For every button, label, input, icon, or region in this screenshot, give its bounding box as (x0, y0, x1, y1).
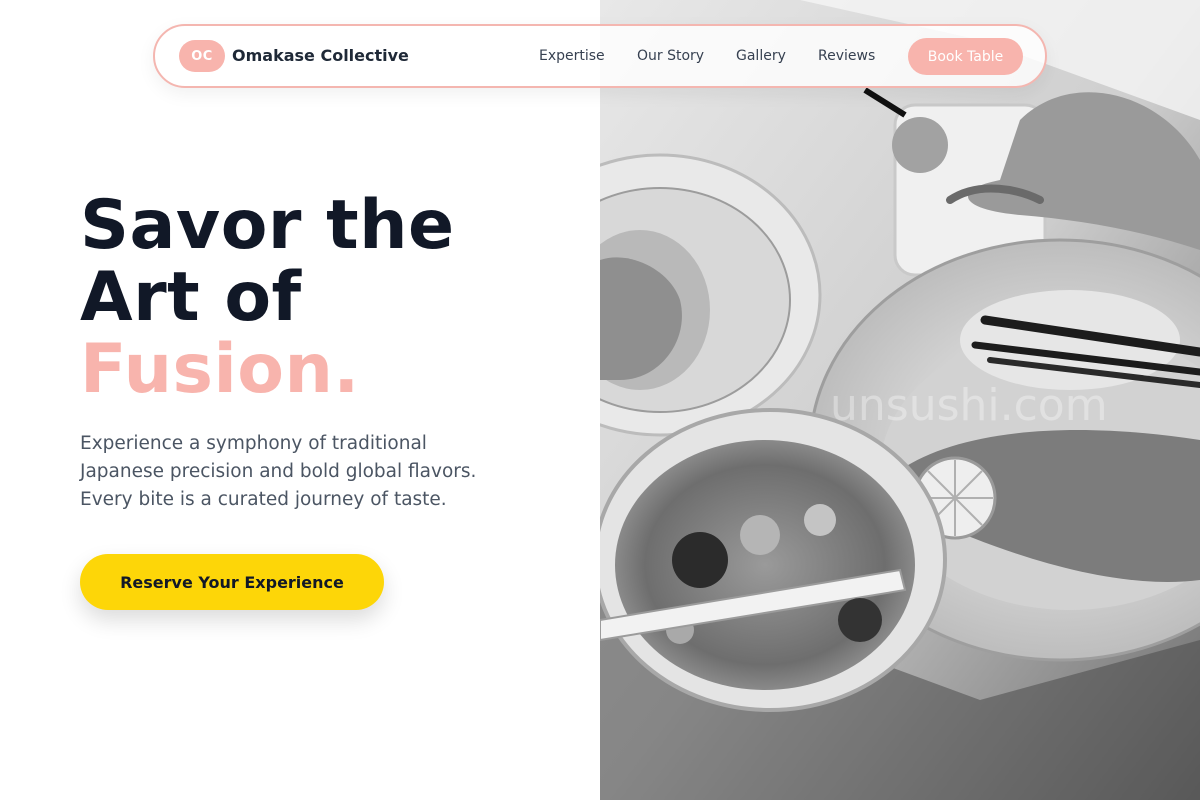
photo-watermark: unsushi.com (830, 380, 1108, 431)
headline-accent: Fusion. (80, 330, 360, 409)
nav-link-our-story[interactable]: Our Story (637, 48, 704, 64)
nav-link-expertise[interactable]: Expertise (539, 48, 605, 64)
hero-headline: Savor the Art of Fusion. (80, 190, 580, 406)
top-navigation: OC Omakase Collective Expertise Our Stor… (153, 24, 1047, 88)
headline-line-1: Savor the (80, 186, 455, 265)
hero-food-photo: unsushi.com (600, 0, 1200, 800)
hero-description-line: Experience a symphony of traditional (80, 433, 427, 454)
headline-line-2: Art of (80, 258, 302, 337)
hero-description: Experience a symphony of traditional Jap… (80, 430, 550, 514)
nav-link-gallery[interactable]: Gallery (736, 48, 786, 64)
reserve-experience-button[interactable]: Reserve Your Experience (80, 554, 384, 610)
nav-link-reviews[interactable]: Reviews (818, 48, 875, 64)
hero-description-line: Japanese precision and bold global flavo… (80, 461, 477, 482)
logo-badge[interactable]: OC (179, 40, 225, 72)
brand-name[interactable]: Omakase Collective (232, 46, 409, 65)
book-table-button[interactable]: Book Table (908, 38, 1023, 75)
hero-description-line: Every bite is a curated journey of taste… (80, 489, 447, 510)
